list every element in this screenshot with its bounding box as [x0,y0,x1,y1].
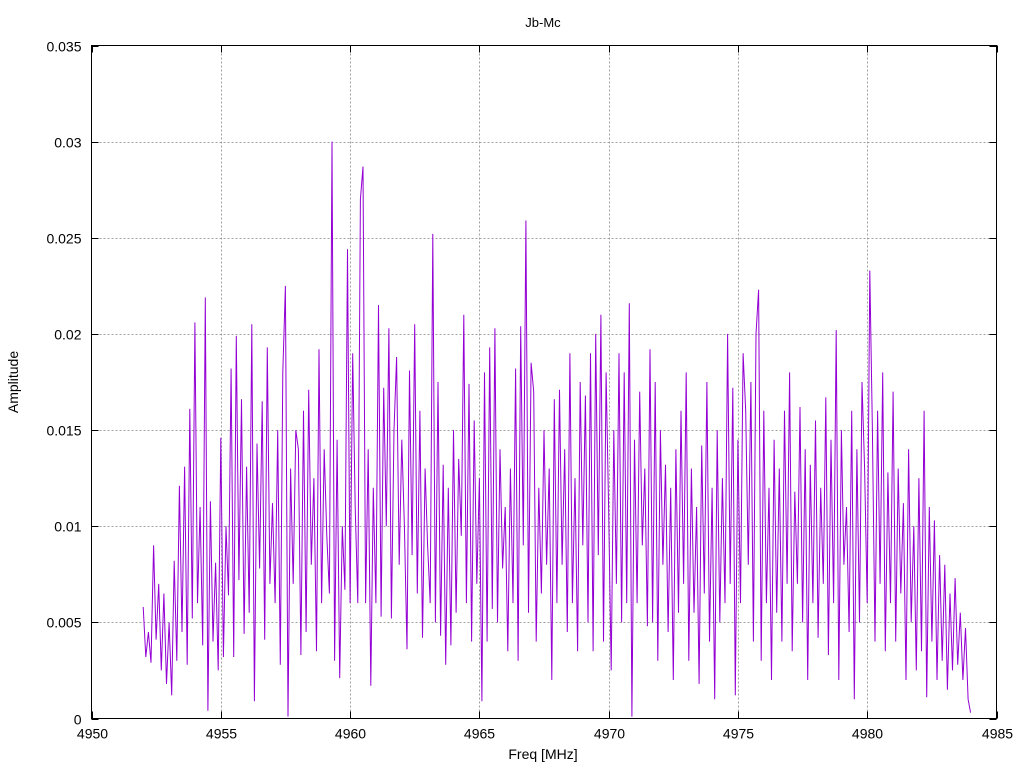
x-tick-label: 4965 [464,726,495,742]
x-axis-label: Freq [MHz] [508,746,577,762]
y-tick-label: 0.025 [46,231,81,247]
y-tick-label: 0 [74,712,82,728]
y-axis-label: Amplitude [5,351,21,413]
x-tick-label: 4980 [852,726,883,742]
plot-border [91,45,997,719]
x-tick-label: 4975 [723,726,754,742]
x-tick-label: 4960 [335,726,366,742]
y-tick-label: 0.035 [46,39,81,55]
tick-labels: 4950 4955 4960 4965 4970 4975 4980 4985 0 0.005 0.… [46,39,1013,742]
x-tick-label: 4955 [206,726,237,742]
chart-title: Jb-Mc [525,15,561,30]
x-tick-label: 4950 [77,726,108,742]
x-tick-label: 4970 [594,726,625,742]
x-tick-label: 4985 [982,726,1013,742]
y-tick-label: 0.03 [54,135,81,151]
y-tick-label: 0.015 [46,423,81,439]
y-tick-label: 0.02 [54,327,81,343]
chart: Jb-Mc Freq [MHz] Amplitude 4950 4955 4960 4… [5,15,1013,762]
y-tick-label: 0.005 [46,615,81,631]
grid [91,45,997,719]
series-line-jb-mc [142,141,972,717]
y-tick-label: 0.01 [54,519,81,535]
